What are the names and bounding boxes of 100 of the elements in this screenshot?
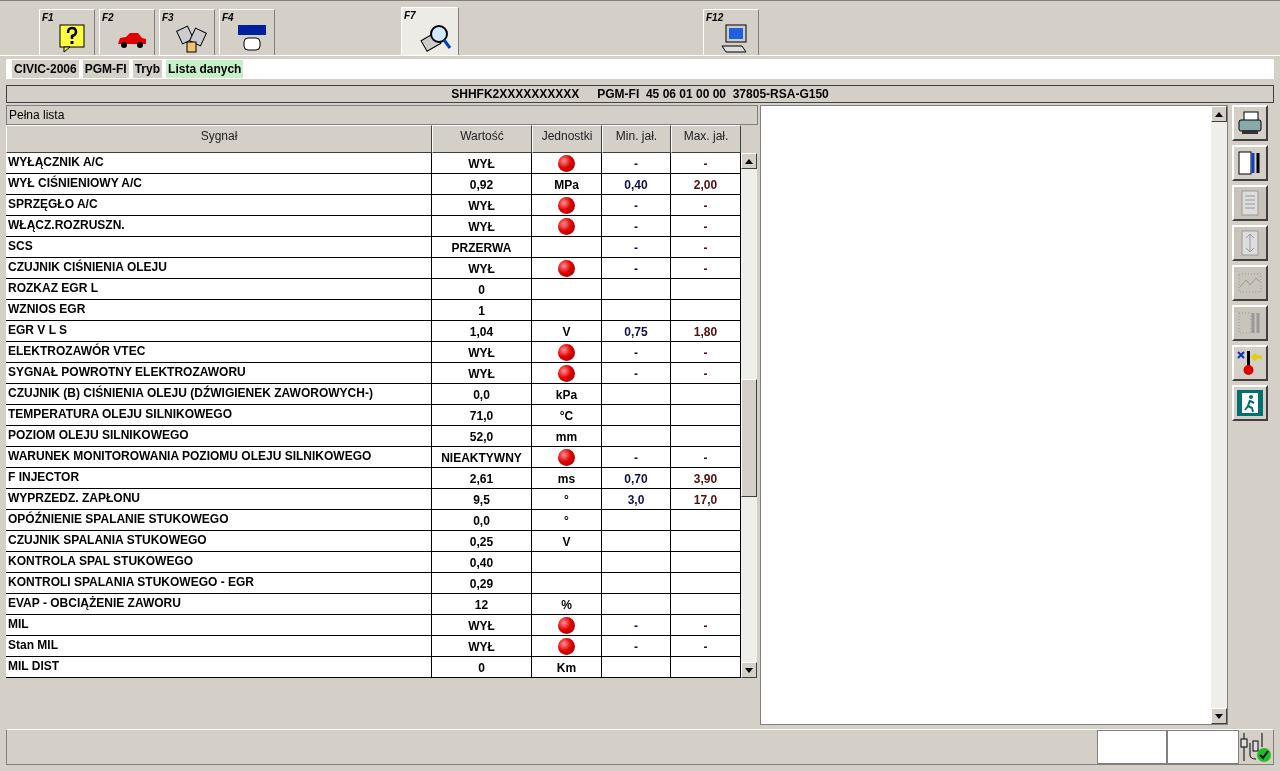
printer-icon (1236, 109, 1264, 137)
signal-cell: CZUJNIK SPALANIA STUKOWEGO (6, 531, 432, 551)
signal-cell: MIL (6, 615, 432, 635)
scroll-down-button[interactable] (741, 662, 757, 678)
signal-cell: WZNIOS EGR (6, 300, 432, 320)
table-scrollbar[interactable] (741, 153, 757, 678)
column-header[interactable]: Wartość (432, 125, 532, 153)
min-cell-text: 0,70 (624, 471, 648, 488)
value-cell: WYŁ (432, 342, 532, 362)
unit-cell-text: mm (555, 429, 578, 446)
panel-scrollbar[interactable] (1211, 106, 1227, 724)
unit-cell-text: kPa (555, 387, 578, 404)
thermometer-icon (1236, 349, 1264, 377)
function-key-tab[interactable]: F7 (401, 7, 459, 55)
max-cell-text: - (703, 156, 708, 173)
value-cell: 0 (432, 657, 532, 677)
max-cell-text: - (703, 366, 708, 383)
function-key-tab[interactable]: F12 (703, 9, 759, 55)
function-key-label: F7 (404, 9, 416, 23)
unit-cell-text: ms (557, 471, 576, 488)
signal-cell: SYGNAŁ POWROTNY ELEKTROZAWORU (6, 363, 432, 383)
signal-cell: Stan MIL (6, 636, 432, 656)
function-key-label: F4 (222, 11, 234, 25)
signal-cell: KONTROLI SPALANIA STUKOWEGO - EGR (6, 573, 432, 593)
scroll-down-button[interactable] (1211, 708, 1227, 724)
max-cell-text: - (703, 618, 708, 635)
side-toolbar-button[interactable] (1232, 145, 1268, 181)
min-cell-text: - (634, 639, 638, 656)
value-cell: 0,25 (432, 531, 532, 551)
column-header[interactable]: Jednostki (532, 125, 602, 153)
min-cell-text: - (634, 156, 638, 173)
signal-cell: CZUJNIK (B) CIŚNIENIA OLEJU (DŹWIGIENEK ZAWOROWYCH-) (6, 384, 432, 404)
min-cell-text: - (634, 450, 638, 467)
value-cell: PRZERWA (432, 237, 532, 257)
value-cell: 12 (432, 594, 532, 614)
max-cell-text: 1,80 (693, 324, 718, 341)
help-icon (56, 22, 88, 54)
value-cell: WYŁ (432, 636, 532, 656)
min-cell-text: 3,0 (627, 492, 645, 509)
unit-cell-text: °C (559, 408, 574, 425)
unit-cell-text: V (562, 324, 571, 341)
signal-cell: SPRZĘGŁO A/C (6, 195, 432, 215)
min-cell-text: 0,75 (624, 324, 648, 341)
function-key-tab[interactable]: F1 (39, 9, 95, 55)
value-cell: WYŁ (432, 216, 532, 236)
min-cell-text: - (634, 219, 638, 236)
side-toolbar-button[interactable] (1232, 105, 1268, 141)
function-key-label: F3 (162, 11, 174, 25)
breadcrumb-item: PGM-FI (82, 60, 129, 78)
ecu-info-text: PGM-FI 45 06 01 00 00 37805-RSA-G150 (597, 86, 829, 103)
signal-cell: WARUNEK MONITOROWANIA POZIOMU OLEJU SILNIKOWEGO (6, 447, 432, 467)
function-key-tab[interactable]: F4 (219, 9, 275, 55)
caret-icon (1215, 111, 1223, 117)
breadcrumb-item: Tryb (132, 60, 163, 78)
side-toolbar-button[interactable] (1232, 385, 1268, 421)
magnifier-connector-icon (420, 22, 452, 54)
value-cell: 0,0 (432, 510, 532, 530)
max-cell-text: - (703, 639, 708, 656)
signal-cell: OPÓŹNIENIE SPALANIE STUKOWEGO (6, 510, 432, 530)
signal-cell: CZUJNIK CIŚNIENIA OLEJU (6, 258, 432, 278)
scroll-up-button[interactable] (1211, 106, 1227, 122)
signal-cell: TEMPERATURA OLEJU SILNIKOWEGO (6, 405, 432, 425)
value-cell: 1 (432, 300, 532, 320)
unit-cell-text: Km (556, 660, 577, 677)
caret-icon (1215, 713, 1223, 719)
min-cell-text: - (634, 618, 638, 635)
scroll-thumb[interactable] (741, 379, 757, 497)
ecu-info-text: SHHFK2XXXXXXXXXX (451, 86, 580, 103)
max-cell-text: - (703, 261, 708, 278)
signal-cell: POZIOM OLEJU SILNIKOWEGO (6, 426, 432, 446)
unit-cell-text: % (561, 597, 572, 614)
caret-icon (745, 158, 753, 164)
value-cell: NIEAKTYWNY (432, 447, 532, 467)
column-header[interactable]: Min. jał. (602, 125, 671, 153)
column-header[interactable]: Sygnał (6, 125, 432, 153)
value-cell: WYŁ (432, 615, 532, 635)
max-cell-text: - (703, 198, 708, 215)
value-cell: 52,0 (432, 426, 532, 446)
signal-cell: MIL DIST (6, 657, 432, 677)
value-cell: 0,92 (432, 174, 532, 194)
function-key-tab[interactable]: F2 (99, 9, 155, 55)
list-title: Pełna lista (6, 105, 758, 125)
scroll-up-button[interactable] (741, 153, 757, 169)
min-cell-text: - (634, 261, 638, 278)
function-key-label: F1 (42, 11, 54, 25)
max-cell-text: 3,90 (693, 471, 718, 488)
max-cell-text: - (703, 240, 708, 257)
side-toolbar-button[interactable] (1232, 345, 1268, 381)
value-cell: 1,04 (432, 321, 532, 341)
signal-cell: ELEKTROZAWÓR VTEC (6, 342, 432, 362)
signal-cell: EVAP - OBCIĄŻENIE ZAWORU (6, 594, 432, 614)
function-key-tab[interactable]: F3 (159, 9, 215, 55)
max-cell-text: - (703, 450, 708, 467)
unit-cell-text: ° (564, 513, 569, 530)
value-cell: WYŁ (432, 363, 532, 383)
value-cell: 0 (432, 279, 532, 299)
column-header[interactable]: Max. jał. (671, 125, 741, 153)
value-cell: 0,40 (432, 552, 532, 572)
breadcrumb-item: Lista danych (166, 60, 244, 78)
unit-cell-text: ° (564, 492, 569, 509)
